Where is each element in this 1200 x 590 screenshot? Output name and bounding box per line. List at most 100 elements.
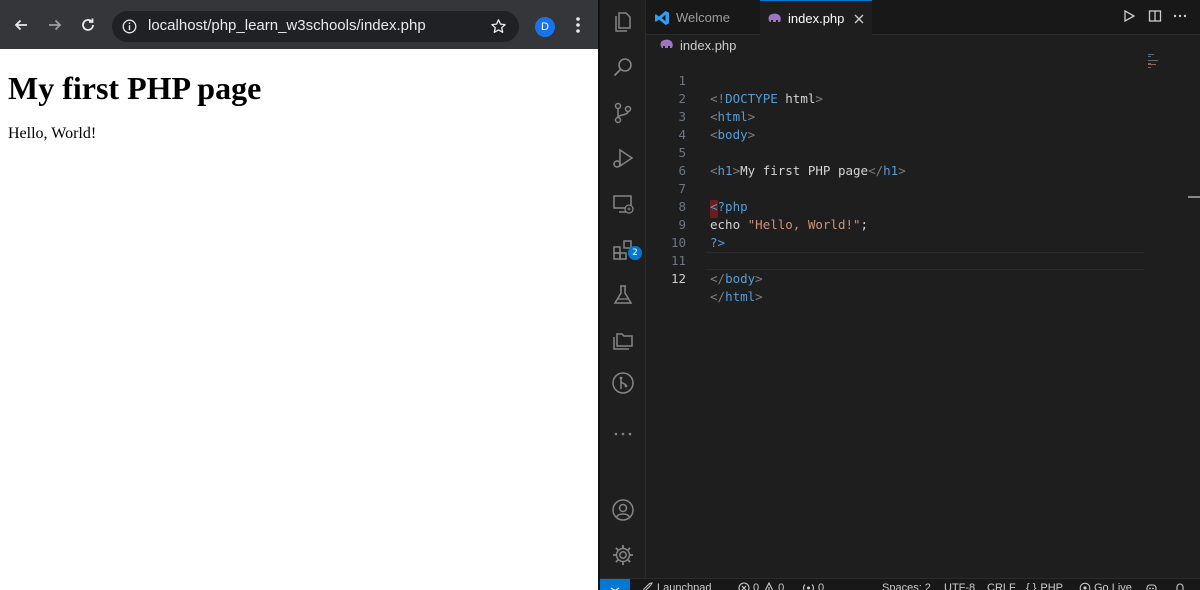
warning-count: 0 [778,582,785,590]
code-line[interactable]: 12 </html> [646,252,1146,304]
tab-index-php-label: index.php [788,11,845,26]
explorer-button[interactable] [607,6,639,38]
code-line[interactable]: 3 <body> [646,90,1146,142]
files-icon [615,12,631,32]
problems-item[interactable]: 0 0 [738,582,784,590]
split-editor-icon [1148,10,1162,22]
spaces-label: Spaces: 2 [882,582,931,590]
reload-icon [82,18,94,31]
bookmark-star-icon[interactable] [490,18,507,35]
testing-button[interactable] [607,279,639,311]
manage-button[interactable] [607,539,639,571]
encoding-item[interactable]: UTF-8 [944,582,975,590]
vscode-logo-icon [655,10,669,25]
split-editor-button[interactable] [1148,9,1162,23]
code-line[interactable]: 9 ?> [646,198,1146,250]
error-icon [738,582,750,590]
line-code[interactable]: </html> [710,288,763,306]
language-item[interactable]: { } PHP [1026,582,1063,590]
remote-indicator[interactable] [600,579,630,590]
rendered-page: My first PHP page Hello, World! [8,69,588,143]
line-number: 12 [670,271,686,286]
accounts-button[interactable] [607,494,639,526]
arrow-right-icon [49,19,62,31]
code-line[interactable]: 5 <h1>My first PHP page</h1> [646,126,1146,178]
ellipsis-icon [1173,14,1187,18]
go-live-label: Go Live [1094,582,1132,590]
rocket-icon [643,582,653,590]
code-line[interactable]: 7 <?php [646,162,1146,214]
broadcast-icon [803,584,814,590]
back-button[interactable] [10,14,32,36]
notifications-item[interactable] [1174,582,1189,590]
reload-button[interactable] [77,14,99,36]
code-line[interactable]: 11 </body> [646,234,1146,286]
run-button[interactable] [1122,9,1136,23]
launchpad-item[interactable]: Launchpad [640,582,711,590]
minimap[interactable] [1148,54,1162,70]
scrollbar-marker[interactable] [1188,196,1200,198]
code-line[interactable]: 2 <html> [646,72,1146,124]
remote-icon [610,587,620,590]
editor-tabs: Welcome index.php [646,0,1200,36]
extensions-button[interactable]: 2 [607,234,642,266]
code-line[interactable]: 8 echo "Hello, World!"; [646,180,1146,232]
eol-item[interactable]: CRLF [987,582,1016,590]
search-icon [613,58,632,77]
bell-icon [1176,583,1184,590]
php-elephant-icon [660,39,673,48]
git-graph-icon [612,372,634,394]
git-graph-button[interactable] [607,367,639,399]
browser-menu-icon[interactable] [570,15,586,35]
site-info-icon[interactable] [122,19,137,34]
language-label: PHP [1040,582,1064,590]
breadcrumb-file[interactable]: index.php [680,38,736,53]
source-control-button[interactable] [607,97,639,129]
play-icon [1124,9,1136,23]
run-debug-button[interactable] [607,142,639,174]
project-manager-button[interactable] [607,323,639,355]
encoding-label: UTF-8 [944,582,976,590]
ports-item[interactable]: 0 [802,582,824,590]
profile-avatar[interactable]: D [535,17,555,37]
page-heading: My first PHP page [8,70,262,106]
broadcast-icon [1079,582,1091,590]
warning-icon [765,582,774,590]
tab-welcome[interactable]: Welcome [646,0,756,35]
forward-button[interactable] [44,14,66,36]
more-views-button[interactable] [607,414,639,446]
remote-explorer-button[interactable] [607,188,639,220]
gear-icon [613,545,633,565]
ellipsis-icon [614,432,632,436]
browser-window: localhost/php_learn_w3schools/index.php … [0,0,598,590]
more-actions-button[interactable] [1172,9,1188,23]
source-control-icon [614,102,632,124]
code-line[interactable]: 10 [646,216,1146,250]
ports-count: 0 [818,582,825,590]
eol-label: CRLF [987,582,1016,590]
address-bar[interactable]: localhost/php_learn_w3schools/index.php [112,11,519,42]
php-elephant-icon [768,13,781,22]
run-debug-icon [613,148,634,168]
error-count: 0 [753,582,760,590]
indentation-item[interactable]: Spaces: 2 [882,582,931,590]
code-editor[interactable]: 1 <!DOCTYPE html> 2 <html> 3 <body> 4 5 … [646,54,1200,578]
tab-index-php[interactable]: index.php [760,0,872,36]
close-tab-icon[interactable] [853,13,865,25]
code-line[interactable]: 6 [646,144,1146,178]
remote-explorer-icon [613,195,634,214]
code-line[interactable]: 1 <!DOCTYPE html> [646,54,1146,106]
line-code[interactable]: </body> [710,270,763,288]
code-line[interactable]: 4 [646,108,1146,142]
url-text[interactable]: localhost/php_learn_w3schools/index.php [148,17,426,34]
folders-icon [613,333,633,350]
status-bar: Launchpad 0 0 0 Spaces: 2 UTF-8 CRLF { }… [600,578,1200,590]
copilot-item[interactable] [1145,582,1161,590]
account-icon [612,499,634,521]
search-button[interactable] [607,51,639,83]
breadcrumb[interactable]: index.php [660,36,736,54]
braces-icon: { } [1026,582,1037,590]
go-live-item[interactable]: Go Live [1079,582,1132,590]
tab-welcome-label: Welcome [676,10,730,25]
activity-bar: 2 [600,0,646,578]
